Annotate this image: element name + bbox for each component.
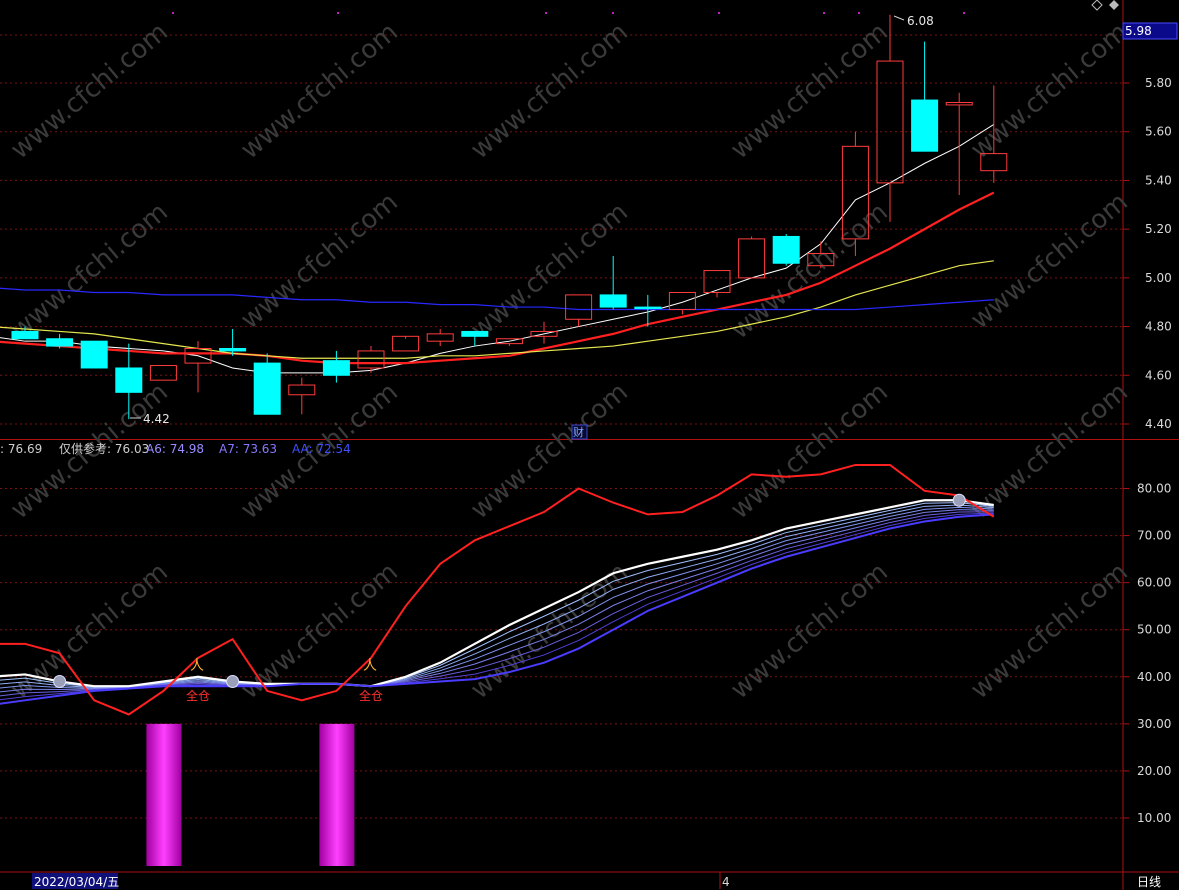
legend-item: AA: 72.54 bbox=[292, 442, 351, 456]
legend-item: 仅供参考: 76.03 bbox=[59, 441, 149, 456]
watermark-text: www.cfchi.com bbox=[465, 197, 634, 345]
top-tick bbox=[963, 12, 965, 14]
runner-icon: 人 bbox=[190, 658, 204, 674]
top-tick bbox=[823, 12, 825, 14]
watermark-text: www.cfchi.com bbox=[965, 17, 1134, 165]
watermark: www.cfchi.com www.cfchi.com www.cfchi.com w… bbox=[5, 17, 1134, 705]
candle-body bbox=[46, 338, 74, 347]
histogram-bar bbox=[319, 723, 355, 866]
watermark-text: www.cfchi.com bbox=[725, 377, 894, 525]
candle-body bbox=[911, 99, 939, 152]
candle-body bbox=[322, 360, 350, 376]
watermark-text: www.cfchi.com bbox=[235, 187, 404, 335]
date-label: 2022/03/04/五 bbox=[34, 875, 119, 889]
current-price-label: 5.98 bbox=[1125, 24, 1152, 38]
indicator-legend: : 76.69 仅供参考: 76.03A6: 74.98 A7: 73.63 AA: … bbox=[0, 441, 351, 456]
price-tick-label: 4.80 bbox=[1145, 320, 1172, 334]
indicator-tick-label: 10.00 bbox=[1137, 811, 1171, 825]
candle-body bbox=[11, 330, 39, 340]
cross-circle-marker bbox=[226, 674, 240, 688]
high-marker-label: 6.08 bbox=[907, 14, 934, 28]
watermark-text: www.cfchi.com bbox=[5, 17, 174, 165]
price-tick-label: 4.60 bbox=[1145, 368, 1172, 382]
candle-body bbox=[945, 101, 973, 106]
watermark-text: www.cfchi.com bbox=[725, 17, 894, 165]
candle-body bbox=[634, 306, 662, 310]
low-marker-label: 4.42 bbox=[143, 412, 170, 426]
price-tick-label: 5.40 bbox=[1145, 173, 1172, 187]
candle-body bbox=[703, 270, 731, 293]
price-tick-label: 5.60 bbox=[1145, 125, 1172, 139]
diamond-filled-icon[interactable] bbox=[1109, 0, 1119, 10]
candle-body bbox=[219, 347, 247, 352]
indicator-tick-label: 80.00 bbox=[1137, 482, 1171, 496]
candle-body bbox=[357, 350, 385, 369]
month-label: 4 bbox=[722, 875, 730, 889]
indicator-tick-label: 40.00 bbox=[1137, 670, 1171, 684]
histogram-bar bbox=[146, 723, 182, 866]
indicator-tick-label: 50.00 bbox=[1137, 623, 1171, 637]
signal-label: 全仓 bbox=[186, 688, 210, 703]
signal-label: 全仓 bbox=[359, 688, 383, 703]
candle-body bbox=[599, 294, 627, 308]
top-tick bbox=[858, 12, 860, 14]
indicator-histogram bbox=[146, 723, 355, 866]
watermark-text: www.cfchi.com bbox=[725, 557, 894, 705]
cross-circle-marker bbox=[952, 493, 966, 507]
watermark-text: www.cfchi.com bbox=[465, 17, 634, 165]
candle-body bbox=[80, 340, 108, 369]
candle-body bbox=[288, 384, 316, 396]
watermark-text: www.cfchi.com bbox=[465, 377, 634, 525]
finance-marker[interactable]: 财 bbox=[573, 425, 584, 439]
watermark-text: www.cfchi.com bbox=[965, 377, 1134, 525]
indicator-axis: 80.00 70.00 60.00 50.00 40.00 30.00 20.00 10.00 bbox=[1123, 482, 1171, 825]
indicator-tick-label: 30.00 bbox=[1137, 717, 1171, 731]
top-tick bbox=[172, 12, 174, 14]
candle-body bbox=[426, 333, 454, 342]
cross-circle-marker bbox=[53, 674, 67, 688]
high-marker: 6.08 bbox=[893, 14, 934, 28]
top-time-ticks bbox=[172, 12, 965, 14]
candle-body bbox=[565, 294, 593, 320]
price-tick-label: 5.00 bbox=[1145, 271, 1172, 285]
diamond-icon[interactable] bbox=[1091, 0, 1103, 11]
price-tick-label: 5.80 bbox=[1145, 76, 1172, 90]
runner-icon: 人 bbox=[363, 658, 377, 674]
price-axis: 5.80 5.60 5.40 5.20 5.00 4.80 4.60 4.40 bbox=[1123, 76, 1172, 431]
indicator-tick-label: 20.00 bbox=[1137, 764, 1171, 778]
watermark-text: www.cfchi.com bbox=[965, 557, 1134, 705]
top-tick bbox=[718, 12, 720, 14]
candle-body bbox=[668, 291, 696, 311]
candle-body bbox=[461, 330, 489, 337]
watermark-text: www.cfchi.com bbox=[5, 197, 174, 345]
legend-item: : 76.69 bbox=[0, 442, 42, 456]
candle-body bbox=[876, 60, 904, 184]
legend-item: A6: 74.98 bbox=[146, 442, 204, 456]
legend-item: A7: 73.63 bbox=[219, 442, 277, 456]
indicator-tick-label: 60.00 bbox=[1137, 576, 1171, 590]
candle-body bbox=[772, 235, 800, 264]
period-label[interactable]: 日线 bbox=[1137, 875, 1161, 889]
candle-body bbox=[738, 238, 766, 279]
price-tick-label: 5.20 bbox=[1145, 222, 1172, 236]
top-tick bbox=[337, 12, 339, 14]
watermark-text: www.cfchi.com bbox=[235, 17, 404, 165]
candle-body bbox=[115, 367, 143, 393]
candle-body bbox=[253, 362, 281, 415]
indicator-tick-label: 70.00 bbox=[1137, 529, 1171, 543]
price-tick-label: 4.40 bbox=[1145, 417, 1172, 431]
top-tick bbox=[612, 12, 614, 14]
top-tick bbox=[545, 12, 547, 14]
stock-chart[interactable]: www.cfchi.com www.cfchi.com www.cfchi.com w… bbox=[0, 0, 1179, 890]
